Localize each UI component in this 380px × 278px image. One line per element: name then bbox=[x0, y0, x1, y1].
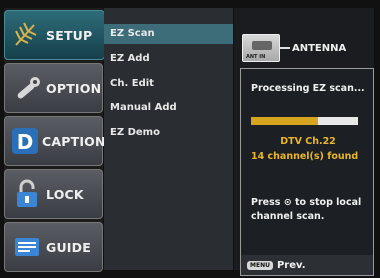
svg-text:D: D bbox=[17, 130, 34, 154]
menu-item-ez-demo[interactable]: EZ Demo bbox=[104, 123, 233, 143]
setup-menu: EZ Scan EZ Add Ch. Edit Manual Add EZ De… bbox=[104, 8, 233, 270]
antenna-icon bbox=[10, 18, 44, 52]
tab-label: OPTION bbox=[46, 80, 102, 96]
guide-icon bbox=[10, 230, 44, 264]
tab-option[interactable]: OPTION bbox=[4, 63, 103, 113]
tab-lock[interactable]: LOCK bbox=[4, 169, 103, 219]
tab-label: LOCK bbox=[46, 186, 84, 202]
antenna-jack-text: ANT IN bbox=[246, 54, 266, 60]
current-channel: DTV Ch.22 bbox=[280, 136, 336, 147]
tab-label: SETUP bbox=[46, 27, 93, 43]
antenna-indicator: ANT IN ANTENNA bbox=[242, 34, 346, 62]
menu-item-ch-edit[interactable]: Ch. Edit bbox=[104, 74, 233, 94]
tab-caption[interactable]: D CAPTION bbox=[4, 116, 106, 166]
channels-found: 14 channel(s) found bbox=[251, 151, 359, 162]
scan-title: Processing EZ scan... bbox=[251, 83, 365, 94]
tv-setup-screen: SETUP OPTION D CAPTION LOCK GUIDE EZ Sca… bbox=[0, 0, 380, 278]
tab-setup[interactable]: SETUP bbox=[4, 10, 105, 60]
stop-scan-hint: Press ⊙ to stop local channel scan. bbox=[251, 197, 362, 222]
menu-item-ez-scan[interactable]: EZ Scan bbox=[104, 24, 233, 44]
tab-label: GUIDE bbox=[46, 239, 91, 255]
tab-label: CAPTION bbox=[42, 133, 106, 149]
antenna-label: ANTENNA bbox=[292, 42, 347, 54]
dialog-footer: MENU Prev. bbox=[241, 255, 373, 275]
antenna-jack-icon: ANT IN bbox=[242, 34, 280, 62]
menu-key-icon: MENU bbox=[247, 260, 273, 270]
scan-progress-bar bbox=[251, 117, 358, 125]
wrench-icon bbox=[10, 71, 44, 105]
scan-progress-dialog: Processing EZ scan... DTV Ch.22 14 chann… bbox=[240, 68, 374, 276]
menu-item-ez-add[interactable]: EZ Add bbox=[104, 49, 233, 69]
tab-guide[interactable]: GUIDE bbox=[4, 222, 103, 272]
scan-progress-fill bbox=[251, 117, 319, 125]
padlock-icon bbox=[10, 177, 44, 211]
category-tabs: SETUP OPTION D CAPTION LOCK GUIDE bbox=[4, 8, 106, 272]
caption-icon: D bbox=[10, 124, 40, 158]
prev-button[interactable]: Prev. bbox=[277, 260, 306, 271]
menu-item-manual-add[interactable]: Manual Add bbox=[104, 98, 233, 118]
